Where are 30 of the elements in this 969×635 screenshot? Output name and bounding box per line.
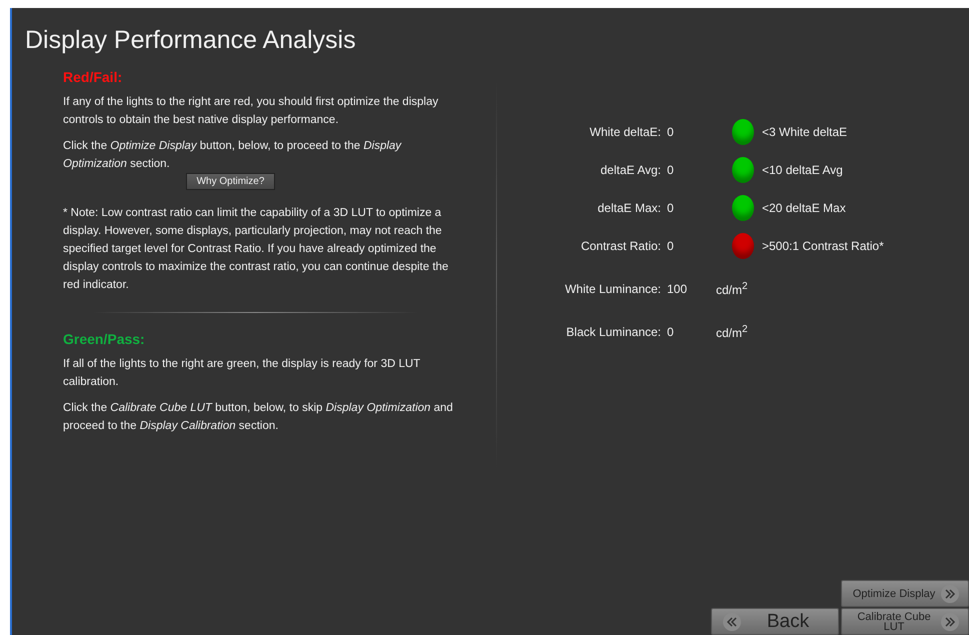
page-title: Display Performance Analysis — [24, 25, 357, 55]
unit-text: cd/m$^{2}$ — [716, 281, 748, 297]
instruction-text: If any of the lights to the right are red, you should first optimize the display controls to obtain the best native display performance. — [63, 95, 440, 128]
calibrate-cube-lut-button[interactable]: Calibrate Cube LUT — [841, 608, 969, 635]
metric-value: 0 — [666, 163, 675, 177]
optimize-display-button[interactable]: Optimize Display — [841, 580, 969, 607]
why-optimize-button[interactable]: Why Optimize? — [186, 173, 276, 190]
back-button[interactable]: Back — [711, 608, 839, 635]
metric-value: 0 — [666, 125, 675, 139]
metric-value: 0 — [666, 201, 675, 215]
metric-label: Contrast Ratio: — [580, 239, 661, 253]
metric-value: 100 — [666, 282, 688, 296]
metric-label: White Luminance: — [564, 282, 661, 296]
metric-label: Black Luminance: — [565, 325, 661, 339]
instruction-text: Click the Calibrate Cube LUT button, below, to skip Display Optimization and proceed to the Display Calibration section. — [63, 401, 454, 434]
note-text: * Note: Low contrast ratio can limit the capability of a 3D LUT to optimize a display. However, some displays, particularly projection, may not reach the specified target level for Contrast Ratio. If you have already optimized the display controls to maximize the contrast ratio, you can continue despite the red indicator. — [63, 206, 450, 293]
metric-label: deltaE Max: — [596, 201, 661, 215]
fail-heading: Red/Fail: — [63, 69, 124, 85]
unit-text: cd/m$^{2}$ — [716, 324, 748, 340]
instruction-text: If all of the lights to the right are green, the display is ready for 3D LUT calibration. — [63, 357, 422, 390]
target-text: <10 deltaE Avg — [762, 163, 843, 177]
instruction-text: Click the Optimize Display button, below, to proceed to the Display Optimization section. — [63, 139, 402, 172]
target-text: <3 White deltaE — [762, 125, 848, 139]
metric-value: 0 — [666, 239, 675, 253]
metric-label: deltaE Avg: — [600, 163, 661, 177]
pass-heading: Green/Pass: — [63, 331, 146, 347]
target-text: >500:1 Contrast Ratio* — [762, 239, 884, 253]
metric-label: White deltaE: — [588, 125, 661, 139]
target-text: <20 deltaE Max — [762, 201, 846, 215]
metric-value: 0 — [666, 325, 675, 339]
